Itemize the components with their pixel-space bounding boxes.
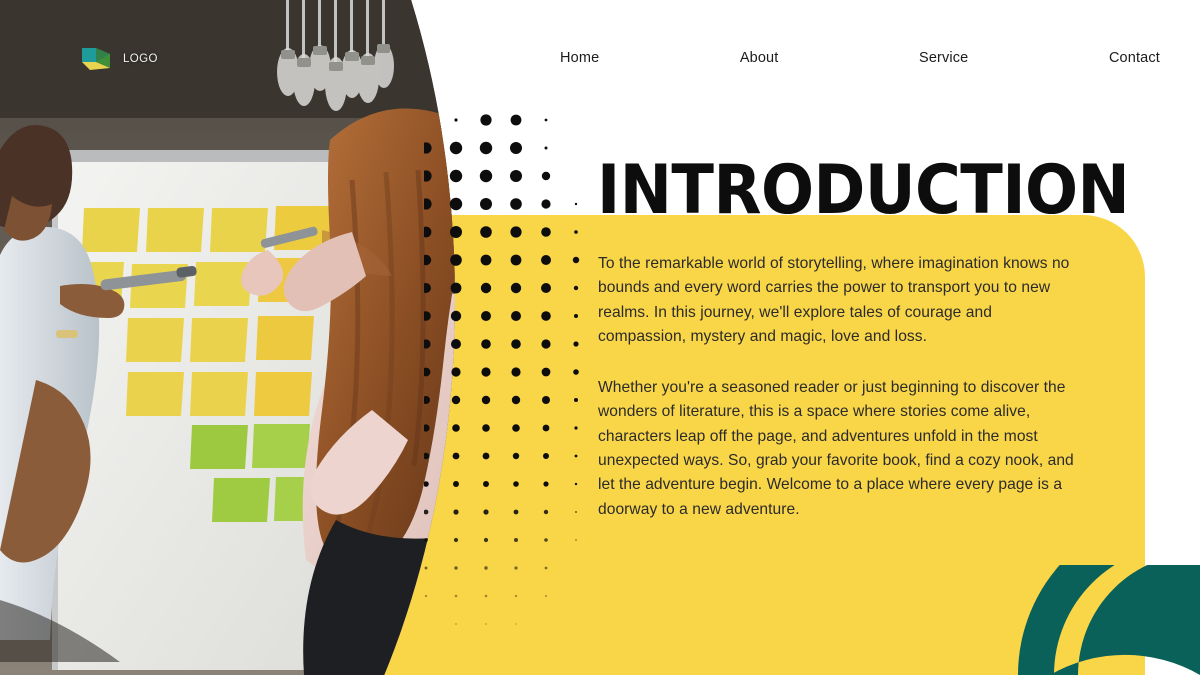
paragraph-1: To the remarkable world of storytelling,… [598, 255, 1070, 345]
slide-introduction: LOGO Home About Service Contact INTRODUC… [0, 0, 1200, 675]
brand-label: LOGO [123, 53, 158, 65]
site-header: LOGO Home About Service Contact [0, 0, 1200, 120]
cube-logo-icon [82, 48, 110, 70]
nav-item-about[interactable]: About [740, 50, 779, 66]
main-navigation: Home About Service Contact [560, 50, 1160, 66]
teal-arc-shape [1010, 565, 1200, 675]
nav-item-service[interactable]: Service [919, 50, 968, 66]
brand-logo[interactable]: LOGO [80, 44, 158, 74]
nav-item-home[interactable]: Home [560, 50, 599, 66]
teal-arc-svg [1018, 565, 1200, 675]
introduction-body: To the remarkable world of storytelling,… [598, 252, 1080, 522]
page-title: INTRODUCTION [597, 150, 1130, 230]
paragraph-2: Whether you're a seasoned reader or just… [598, 379, 1074, 518]
nav-item-contact[interactable]: Contact [1109, 50, 1160, 66]
